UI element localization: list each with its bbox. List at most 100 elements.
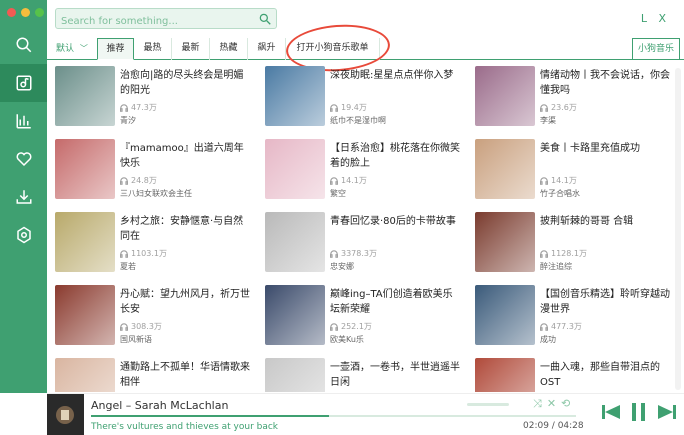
playlist-author[interactable]: 繁空 — [330, 188, 346, 199]
playlist-cover[interactable] — [265, 139, 325, 199]
music-library-icon — [16, 75, 31, 91]
playlist-cover[interactable] — [55, 285, 115, 345]
playlist-author[interactable]: 三八妇女联欢会主任 — [120, 188, 192, 199]
playlist-card[interactable]: 披荆斩棘的哥哥 合辑 1128.1万 醉注追综 — [475, 212, 675, 274]
maximize-window-button[interactable] — [35, 8, 44, 17]
playlist-card[interactable]: 巅峰ing–TA们创造着欧美乐坛新荣耀 252.1万 欧美Ku乐 — [265, 285, 465, 347]
tab-collected[interactable]: 热藏 — [210, 38, 248, 60]
playlist-author[interactable]: 成功 — [540, 334, 556, 345]
playlist-card[interactable]: 美食丨卡路里充值成功 14.1万竹子合唱水 — [475, 139, 675, 201]
playlist-cover[interactable] — [475, 212, 535, 272]
sort-dropdown[interactable]: 默认 ﹀ — [52, 38, 94, 60]
playlist-author[interactable]: 醉注追综 — [540, 261, 572, 272]
window-mode-buttons[interactable]: L X — [641, 12, 670, 25]
playlist-cover[interactable] — [55, 66, 115, 126]
headphones-icon — [120, 322, 128, 331]
progress-bar[interactable] — [91, 415, 576, 417]
close-lyrics-icon[interactable]: ✕ — [547, 397, 556, 411]
tab-rising[interactable]: 飙升 — [248, 38, 286, 60]
playlist-cover[interactable] — [475, 139, 535, 199]
playlist-cover[interactable] — [265, 358, 325, 392]
playlist-title[interactable]: 情绪动物丨我不会说话，你会懂我吗 — [540, 68, 672, 98]
shuffle-icon[interactable]: ⤨ — [533, 397, 542, 411]
heart-icon — [16, 152, 31, 167]
progress-fill — [91, 415, 329, 417]
playlist-author[interactable]: 纸巾不是湿巾啊 — [330, 115, 386, 126]
next-track-icon[interactable] — [658, 405, 676, 419]
playlist-cover[interactable] — [55, 139, 115, 199]
minimize-window-button[interactable] — [21, 8, 30, 17]
search-input[interactable] — [56, 12, 251, 31]
playlist-title[interactable]: 一曲入魂，那些自带泪点的OST — [540, 360, 672, 390]
playlist-title[interactable]: 丹心赋：望九州风月，祈万世长安 — [120, 287, 252, 317]
playlist-title[interactable]: 【日系治愈】桃花落在你微笑着的脸上 — [330, 141, 462, 171]
playlist-card[interactable]: 『mamamoo』出道六周年快乐 24.8万三八妇女联欢会主任 — [55, 139, 255, 201]
playlist-title[interactable]: 乡村之旅：安静惬意·与自然同在 — [120, 214, 252, 244]
playlist-title[interactable]: 青春回忆录·80后的卡带故事 — [330, 214, 462, 229]
playlist-card[interactable]: 乡村之旅：安静惬意·与自然同在 1103.1万 夏若 — [55, 212, 255, 274]
playlist-title[interactable]: 通勤路上不孤单！华语情歌来相伴 — [120, 360, 252, 390]
playlist-card[interactable]: 情绪动物丨我不会说话，你会懂我吗 23.6万 李渠 — [475, 66, 675, 128]
tab-recommend[interactable]: 推荐 — [97, 38, 134, 60]
sidebar-item-library[interactable] — [0, 64, 47, 102]
headphones-icon — [330, 249, 338, 258]
playlist-card[interactable]: 一曲入魂，那些自带泪点的OST — [475, 358, 675, 392]
playlist-card[interactable]: 一壶酒，一卷书，半世逍遥半日闲 — [265, 358, 465, 392]
playlist-author[interactable]: 欧美Ku乐 — [330, 334, 364, 345]
playlist-grid: 治愈向|路的尽头终会是明媚的阳光 47.3万 青汐 深夜助眠:星星点点伴你入梦 19.4… — [55, 66, 679, 392]
playlist-author[interactable]: 竹子合唱水 — [540, 188, 580, 199]
chevron-down-icon: ﹀ — [79, 44, 88, 53]
tab-newest[interactable]: 最新 — [172, 38, 210, 60]
volume-slider[interactable] — [467, 403, 509, 406]
pause-icon[interactable] — [632, 403, 646, 421]
playlist-title[interactable]: 一壶酒，一卷书，半世逍遥半日闲 — [330, 360, 462, 390]
sidebar-item-favorites[interactable] — [0, 140, 47, 178]
playlist-card[interactable]: 丹心赋：望九州风月，祈万世长安 308.3万国风新语 — [55, 285, 255, 347]
playlist-author[interactable]: 夏若 — [120, 261, 136, 272]
play-count-value: 24.8万 — [131, 176, 157, 185]
playlist-author[interactable]: 国风新语 — [120, 334, 152, 345]
playlist-title[interactable]: 【国创音乐精选】聆听穿越动漫世界 — [540, 287, 672, 317]
playlist-author[interactable]: 忠安娜 — [330, 261, 354, 272]
playlist-author[interactable]: 青汐 — [120, 115, 136, 126]
playlist-cover[interactable] — [265, 212, 325, 272]
playlist-title[interactable]: 披荆斩棘的哥哥 合辑 — [540, 214, 672, 229]
playlist-cover[interactable] — [475, 285, 535, 345]
now-playing-cover[interactable] — [47, 394, 84, 435]
sidebar-item-charts[interactable] — [0, 102, 47, 140]
playlist-card[interactable]: 通勤路上不孤单！华语情歌来相伴 — [55, 358, 255, 392]
playlist-card[interactable]: 【国创音乐精选】聆听穿越动漫世界 477.3万 成功 — [475, 285, 675, 347]
playlist-card[interactable]: 【日系治愈】桃花落在你微笑着的脸上 14.1万 繁空 — [265, 139, 465, 201]
playlist-card[interactable]: 青春回忆录·80后的卡带故事 3378.3万忠安娜 — [265, 212, 465, 274]
playlist-cover[interactable] — [265, 285, 325, 345]
repeat-icon[interactable]: ⟲ — [561, 397, 570, 411]
playlist-author[interactable]: 李渠 — [540, 115, 556, 126]
sidebar-item-downloads[interactable] — [0, 178, 47, 216]
playlist-cover[interactable] — [475, 358, 535, 392]
playlist-card[interactable]: 治愈向|路的尽头终会是明媚的阳光 47.3万 青汐 — [55, 66, 255, 128]
playlist-title[interactable]: 美食丨卡路里充值成功 — [540, 141, 672, 156]
playlist-cover[interactable] — [265, 66, 325, 126]
sidebar-item-search[interactable] — [0, 26, 47, 64]
play-count-value: 3378.3万 — [341, 249, 377, 258]
chart-icon — [16, 114, 31, 129]
playlist-cover[interactable] — [475, 66, 535, 126]
playlist-title[interactable]: 深夜助眠:星星点点伴你入梦 — [330, 68, 462, 83]
lyric-line: There's vultures and thieves at your bac… — [91, 422, 279, 432]
play-count: 308.3万 — [120, 321, 162, 332]
tab-hottest[interactable]: 最热 — [134, 38, 172, 60]
source-tab[interactable]: 小狗音乐 — [632, 38, 680, 60]
playlist-title[interactable]: 治愈向|路的尽头终会是明媚的阳光 — [120, 68, 252, 98]
close-window-button[interactable] — [7, 8, 16, 17]
playlist-title[interactable]: 『mamamoo』出道六周年快乐 — [120, 141, 252, 171]
search-icon[interactable] — [258, 12, 272, 26]
playlist-card[interactable]: 深夜助眠:星星点点伴你入梦 19.4万 纸巾不是湿巾啊 — [265, 66, 465, 128]
scrollbar[interactable] — [675, 68, 681, 390]
playlist-title[interactable]: 巅峰ing–TA们创造着欧美乐坛新荣耀 — [330, 287, 462, 317]
playlist-cover[interactable] — [55, 212, 115, 272]
play-count-value: 14.1万 — [551, 176, 577, 185]
sidebar-item-settings[interactable] — [0, 216, 47, 254]
play-count-value: 308.3万 — [131, 322, 162, 331]
playlist-cover[interactable] — [55, 358, 115, 392]
previous-track-icon[interactable] — [602, 405, 620, 419]
